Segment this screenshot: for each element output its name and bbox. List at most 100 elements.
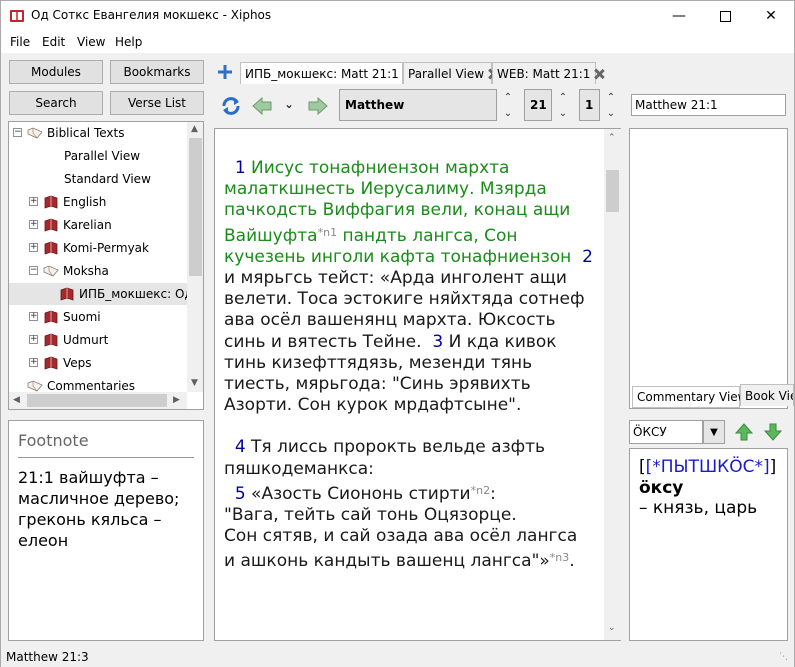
- scroll-down-arrow-icon[interactable]: ⌄: [608, 623, 616, 633]
- tree-hscroll-thumb[interactable]: [27, 394, 167, 407]
- status-bar: Matthew 21:3: [1, 648, 794, 667]
- verse-spinner[interactable]: ⌃ ⌄: [602, 89, 620, 121]
- tree-item[interactable]: + English: [9, 191, 187, 213]
- verse-number[interactable]: 5: [235, 484, 246, 504]
- tree-item[interactable]: Parallel View: [9, 145, 187, 167]
- tab-label: Commentary View: [637, 390, 748, 404]
- tree-horizontal-scrollbar[interactable]: ◀ ▶: [9, 392, 187, 409]
- tab-web[interactable]: WEB: Matt 21:1: [492, 62, 596, 84]
- collapse-icon[interactable]: −: [13, 128, 22, 137]
- close-tab-icon[interactable]: [487, 68, 491, 80]
- maximize-button[interactable]: [702, 1, 748, 31]
- tab-label: ИПБ_мокшекс: Matt 21:1: [245, 66, 399, 81]
- verse-5: 5 «Азость Сиононь стирти*n2:: [224, 480, 599, 505]
- chevron-down-icon[interactable]: ⌄: [504, 108, 512, 119]
- chevron-down-icon[interactable]: ⌄: [559, 108, 567, 119]
- tree-item[interactable]: − Biblical Texts: [9, 122, 187, 144]
- back-arrow-icon: [252, 96, 272, 116]
- book-icon: [59, 287, 75, 301]
- expand-icon[interactable]: +: [29, 220, 38, 229]
- add-tab-button[interactable]: [216, 63, 236, 83]
- search-button[interactable]: Search: [9, 91, 103, 115]
- scroll-right-arrow-icon[interactable]: ▶: [173, 395, 180, 405]
- dictionary-next-button[interactable]: [763, 422, 783, 442]
- expand-icon[interactable]: +: [29, 243, 38, 252]
- minimize-button[interactable]: —: [656, 1, 702, 31]
- modules-button[interactable]: Modules: [9, 60, 103, 84]
- book-icon: [43, 218, 59, 232]
- verse-text: :: [490, 483, 496, 504]
- bracket: ]: [769, 457, 777, 477]
- verse-list-button[interactable]: Verse List: [110, 91, 204, 115]
- reference-entry[interactable]: Matthew 21:1: [631, 94, 786, 116]
- chevron-down-icon[interactable]: ⌄: [607, 108, 615, 119]
- footnote-marker[interactable]: *n2: [471, 484, 490, 497]
- scroll-down-arrow-icon[interactable]: ▼: [191, 378, 198, 388]
- down-arrow-icon: [763, 423, 783, 441]
- footnote-marker[interactable]: *n3: [550, 551, 569, 564]
- up-arrow-icon: [734, 423, 754, 441]
- book-icon: [43, 356, 59, 370]
- expand-icon[interactable]: +: [29, 197, 38, 206]
- menu-edit[interactable]: Edit: [42, 35, 65, 49]
- close-tab-icon[interactable]: [593, 68, 595, 80]
- tab-book-view[interactable]: Book View: [740, 384, 794, 406]
- chevron-up-icon[interactable]: ⌃: [504, 92, 512, 103]
- tree-item[interactable]: + Suomi: [9, 306, 187, 328]
- tree-scroll-thumb[interactable]: [189, 138, 202, 276]
- book-selector[interactable]: Matthew: [339, 89, 497, 121]
- menu-view[interactable]: View: [77, 35, 105, 49]
- verse-number[interactable]: 4: [235, 437, 246, 457]
- tree-item[interactable]: + Veps: [9, 352, 187, 374]
- tree-item[interactable]: ИПБ_мокшекс: Од: [9, 283, 193, 305]
- tree-item[interactable]: + Karelian: [9, 214, 187, 236]
- dictionary-prev-button[interactable]: [734, 422, 754, 442]
- tab-ipb-moksha[interactable]: ИПБ_мокшекс: Matt 21:1: [240, 62, 403, 84]
- dictionary-key-entry[interactable]: ÖКСУ: [629, 420, 703, 444]
- tree-item[interactable]: + Udmurt: [9, 329, 187, 351]
- book-spinner[interactable]: ⌃ ⌄: [499, 89, 517, 121]
- tab-parallel-view[interactable]: Parallel View: [403, 62, 492, 84]
- forward-button[interactable]: [307, 96, 329, 116]
- refresh-icon: [222, 97, 240, 115]
- tab-commentary-view[interactable]: Commentary View: [632, 386, 747, 408]
- book-icon: [43, 241, 59, 255]
- tree-item[interactable]: + Komi-Permyak: [9, 237, 187, 259]
- tree-vertical-scrollbar[interactable]: ▲ ▼: [187, 122, 203, 392]
- scroll-left-arrow-icon[interactable]: ◀: [13, 395, 20, 405]
- tree-item[interactable]: − Moksha: [9, 260, 187, 282]
- resize-grip-icon[interactable]: ⋱: [779, 652, 788, 662]
- close-window-button[interactable]: ✕: [748, 1, 794, 31]
- chevron-down-icon: ⌄: [284, 97, 295, 111]
- tree-item[interactable]: Standard View: [9, 168, 187, 190]
- scroll-up-arrow-icon[interactable]: ▲: [191, 124, 198, 134]
- verse-selector[interactable]: 1: [579, 89, 600, 121]
- dictionary-dropdown-button[interactable]: ▼: [703, 420, 725, 444]
- chevron-up-icon[interactable]: ⌃: [607, 92, 615, 103]
- verse-text: Тя лиссь пророкть вельде азфть пяшкодема…: [224, 437, 546, 479]
- expand-icon[interactable]: +: [29, 358, 38, 367]
- verse-number[interactable]: 3: [432, 332, 443, 352]
- sync-button[interactable]: [220, 95, 242, 117]
- book-icon: [43, 310, 59, 324]
- expand-icon[interactable]: +: [29, 312, 38, 321]
- menu-help[interactable]: Help: [115, 35, 142, 49]
- history-dropdown[interactable]: ⌄: [284, 97, 298, 115]
- dictionary-module-link[interactable]: [*ПЫТШКÖС*]: [646, 457, 770, 477]
- footnote-marker[interactable]: *n1: [318, 226, 337, 239]
- chapter-spinner[interactable]: ⌃ ⌄: [554, 89, 572, 121]
- menu-file[interactable]: File: [10, 35, 30, 49]
- scroll-up-arrow-icon[interactable]: ⌃: [608, 133, 616, 143]
- verse-line: "Вага, тейть сай тонь Оцязорце.: [224, 505, 517, 526]
- bookmarks-button[interactable]: Bookmarks: [110, 60, 204, 84]
- chapter-selector[interactable]: 21: [524, 89, 552, 121]
- expand-icon[interactable]: +: [29, 335, 38, 344]
- verse-number[interactable]: 2: [582, 247, 593, 267]
- bible-vertical-scrollbar[interactable]: ⌃ ⌄: [604, 129, 621, 640]
- back-button[interactable]: [251, 96, 273, 116]
- verse-number[interactable]: 1: [235, 158, 246, 178]
- footnote-title: Footnote: [18, 431, 89, 450]
- collapse-icon[interactable]: −: [29, 266, 38, 275]
- chevron-up-icon[interactable]: ⌃: [559, 92, 567, 103]
- bible-scroll-thumb[interactable]: [606, 170, 619, 212]
